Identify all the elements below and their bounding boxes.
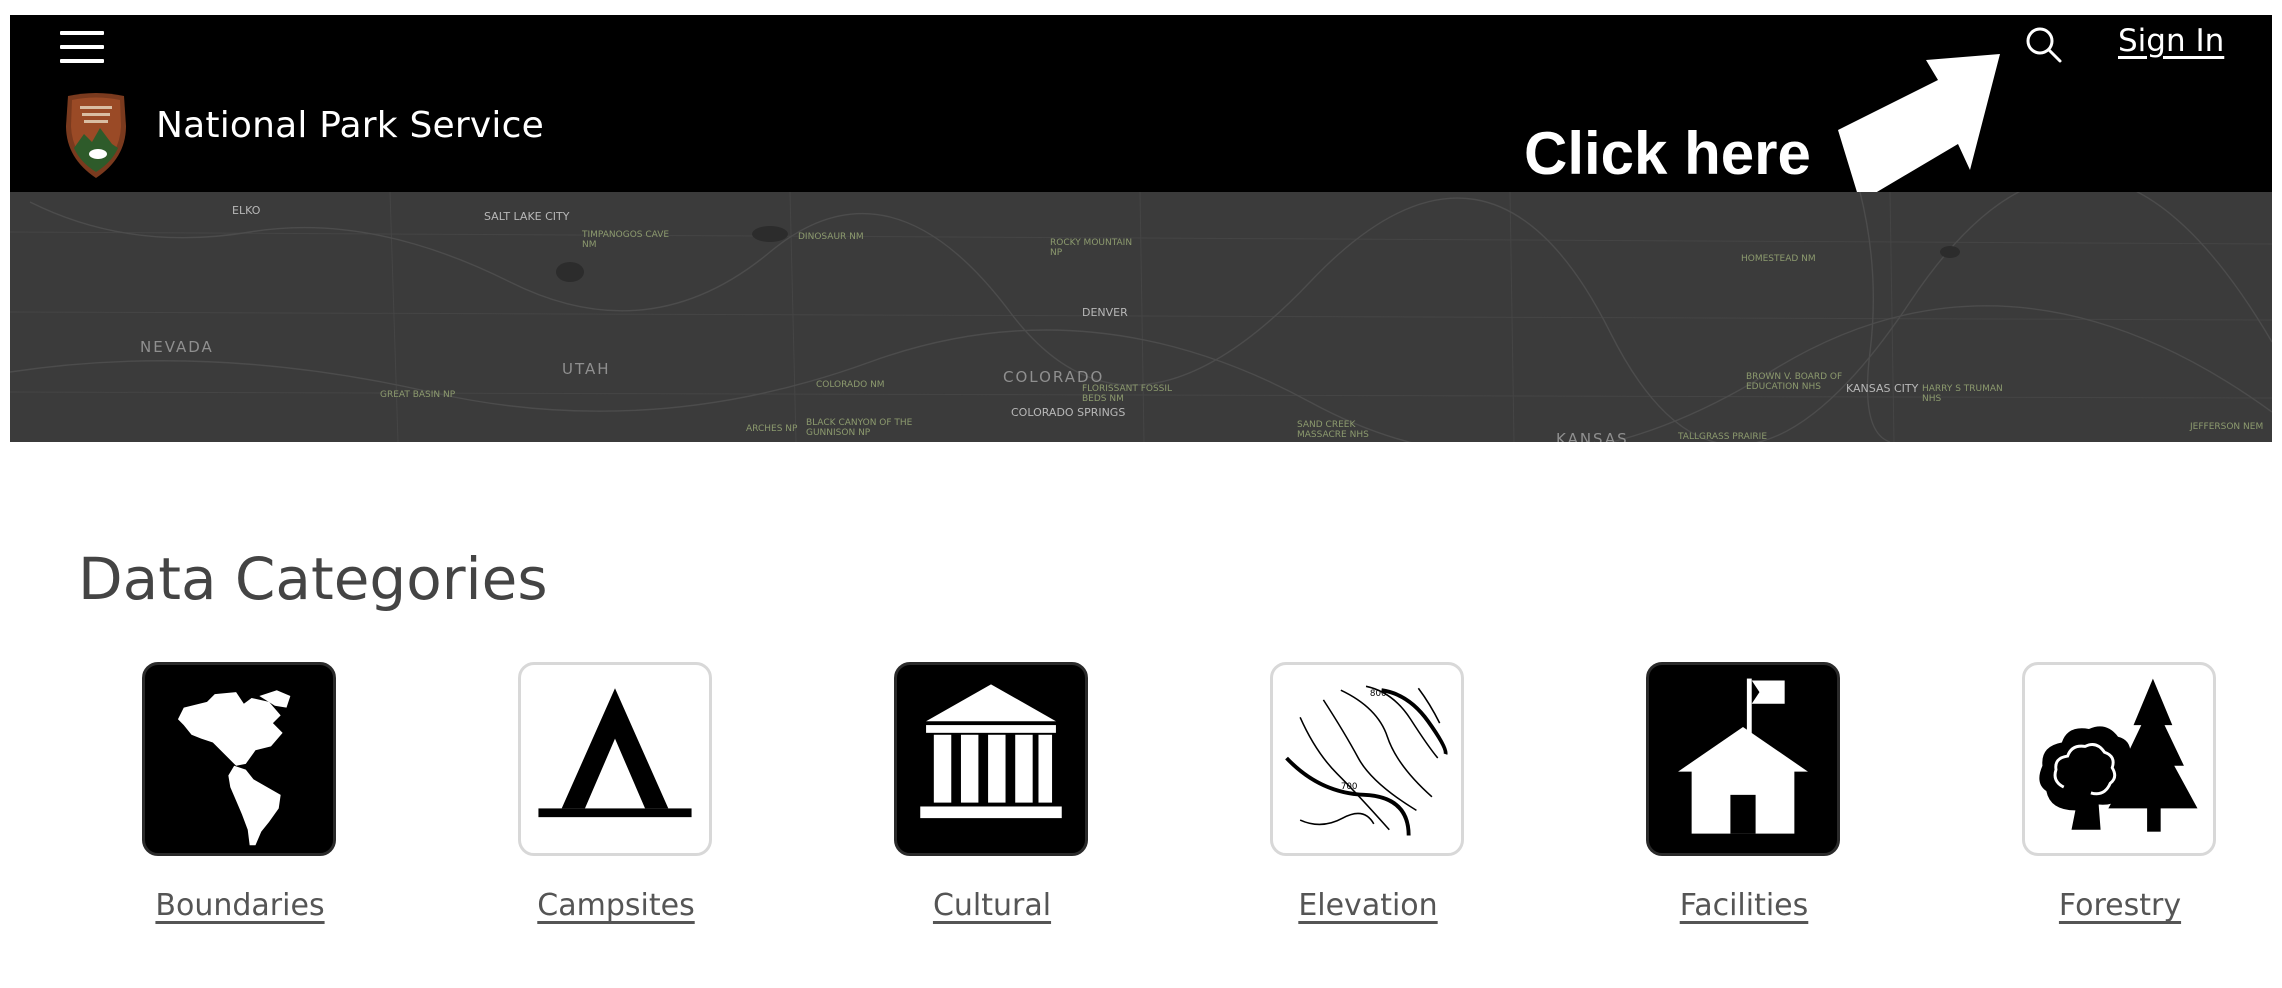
category-cultural[interactable]: Cultural xyxy=(847,662,1107,942)
sign-in-link[interactable]: Sign In xyxy=(2118,23,2224,59)
map-park-label: BLACK CANYON OF THE GUNNISON NP xyxy=(806,418,913,438)
category-label[interactable]: Elevation xyxy=(1223,888,1513,923)
museum-building-icon[interactable] xyxy=(894,662,1088,856)
category-campsites[interactable]: Campsites xyxy=(471,662,731,942)
map-park-label: JEFFERSON NEM xyxy=(2190,422,2264,432)
trees-icon[interactable] xyxy=(2022,662,2216,856)
map-park-label: ROCKY MOUNTAIN NP xyxy=(1050,238,1133,258)
contour-label: 700 xyxy=(1341,782,1358,792)
map-park-label: SAND CREEK MASSACRE NHS xyxy=(1297,420,1369,440)
category-label[interactable]: Forestry xyxy=(1975,888,2265,923)
category-label[interactable]: Facilities xyxy=(1599,888,1889,923)
map-city-label: KANSAS CITY xyxy=(1846,382,1919,395)
map-park-label: HARRY S TRUMAN NHS xyxy=(1922,384,2003,404)
tent-icon[interactable] xyxy=(518,662,712,856)
contour-label: 800 xyxy=(1370,689,1387,699)
map-park-label: BROWN V. BOARD OF EDUCATION NHS xyxy=(1746,372,1843,392)
map-background xyxy=(10,192,2272,442)
category-label[interactable]: Campsites xyxy=(471,888,761,923)
globe-americas-icon[interactable] xyxy=(142,662,336,856)
topographic-contour-icon[interactable]: 800 700 xyxy=(1270,662,1464,856)
arrow-pointer-icon xyxy=(1830,40,2020,202)
map-park-label: FLORISSANT FOSSIL BEDS NM xyxy=(1082,384,1173,404)
category-label[interactable]: Boundaries xyxy=(95,888,385,923)
site-header: National Park Service Click here Sign In xyxy=(10,15,2272,202)
map-park-label: DINOSAUR NM xyxy=(798,232,864,242)
map-park-label: GREAT BASIN NP xyxy=(380,390,456,400)
ranger-station-flag-icon[interactable] xyxy=(1646,662,1840,856)
map-city-label: COLORADO SPRINGS xyxy=(1011,406,1126,419)
map-park-label: TIMPANOGOS CAVE NM xyxy=(582,230,670,250)
map-state-label: KANSAS xyxy=(1556,430,1629,442)
menu-icon[interactable] xyxy=(50,23,110,71)
click-here-annotation: Click here xyxy=(1524,120,1811,187)
map-city-label: DENVER xyxy=(1082,306,1128,319)
map-park-label: TALLGRASS PRAIRIE xyxy=(1678,432,1768,442)
search-icon[interactable] xyxy=(2020,21,2066,67)
category-label[interactable]: Cultural xyxy=(847,888,1137,923)
map-park-label: ARCHES NP xyxy=(746,424,798,434)
nps-arrowhead-logo[interactable] xyxy=(58,92,134,180)
category-elevation[interactable]: 800 700 Elevation xyxy=(1223,662,1483,942)
map-park-label: COLORADO NM xyxy=(816,380,885,390)
map-state-label: NEVADA xyxy=(140,338,214,356)
map-park-label: HOMESTEAD NM xyxy=(1741,254,1816,264)
category-facilities[interactable]: Facilities xyxy=(1599,662,1859,942)
category-forestry[interactable]: Forestry xyxy=(1975,662,2235,942)
map-city-label: ELKO xyxy=(232,204,261,217)
map-banner[interactable]: NEVADA UTAH COLORADO KANSAS ELKO SALT LA… xyxy=(10,192,2272,442)
map-state-label: UTAH xyxy=(562,360,611,378)
category-boundaries[interactable]: Boundaries xyxy=(95,662,355,942)
section-title: Data Categories xyxy=(78,545,548,613)
map-city-label: SALT LAKE CITY xyxy=(484,210,570,223)
site-title[interactable]: National Park Service xyxy=(156,105,544,146)
